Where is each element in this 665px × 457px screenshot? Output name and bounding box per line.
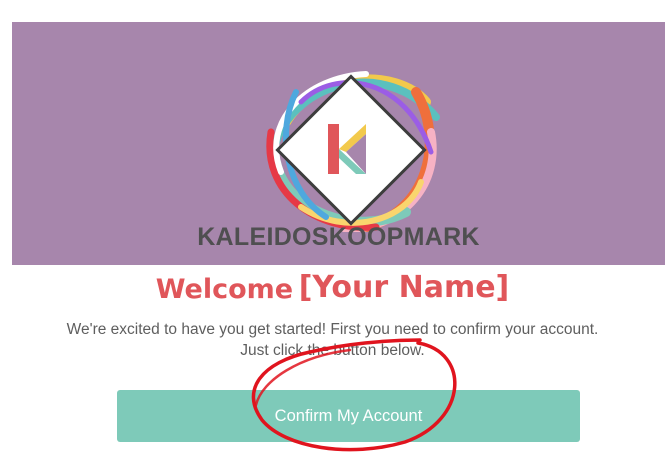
intro-line-1: We're excited to have you get started! F… [66,321,599,338]
header-banner: KALEIDOSKOOPMARK [12,22,665,265]
brand-name: KALEIDOSKOOPMARK [197,223,480,251]
confirm-account-button[interactable]: Confirm My Account [117,390,580,442]
welcome-heading: Welcome [Your Name] [0,270,665,305]
intro-line-2: Just click the button below. [240,342,425,359]
kaleidoskoop-logo-icon [256,62,446,232]
welcome-word: Welcome [155,274,294,305]
email-page: KALEIDOSKOOPMARK Welcome [Your Name] We'… [0,0,665,457]
recipient-name-placeholder: [Your Name] [298,270,510,305]
intro-text: We're excited to have you get started! F… [0,319,665,361]
